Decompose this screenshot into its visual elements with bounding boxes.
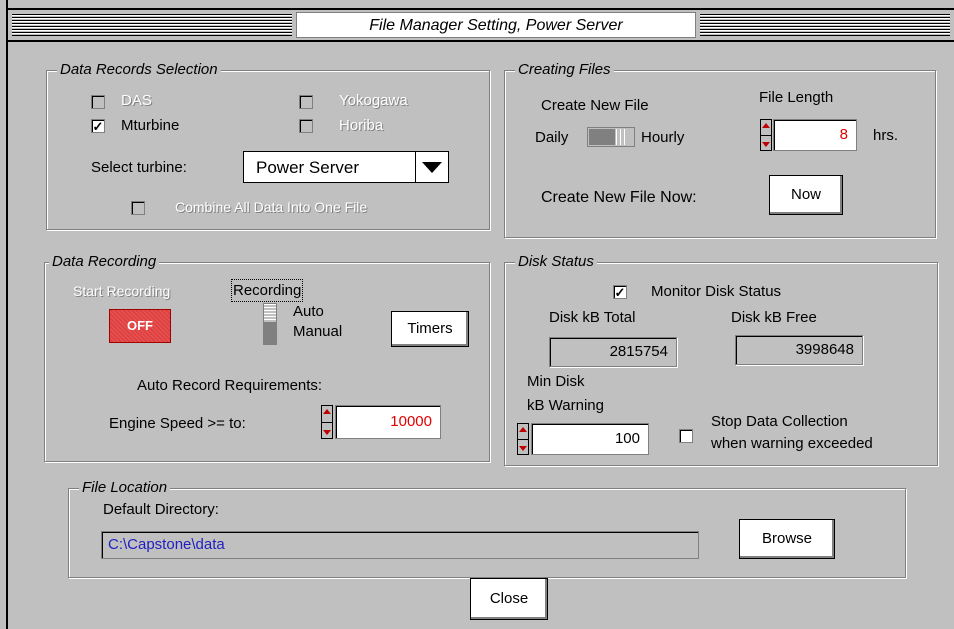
close-button[interactable]: Close <box>470 578 548 620</box>
create-new-file-label: Create New File <box>541 97 649 114</box>
timers-button[interactable]: Timers <box>391 311 469 347</box>
start-recording-label: Start Recording <box>73 283 171 299</box>
horiba-label: Horiba <box>339 117 384 134</box>
file-location-legend: File Location <box>79 479 171 497</box>
file-length-label: File Length <box>759 89 834 106</box>
auto-label: Auto <box>293 303 324 320</box>
engine-speed-label: Engine Speed >= to: <box>109 415 246 432</box>
manual-label: Manual <box>293 323 343 340</box>
create-new-file-now-label: Create New File Now: <box>541 189 697 206</box>
window-left-border <box>0 0 8 629</box>
hrs-label: hrs. <box>873 127 899 144</box>
min-disk-label: Min Disk <box>527 373 585 390</box>
data-records-legend: Data Records Selection <box>57 61 221 79</box>
creating-files-legend: Creating Files <box>515 61 614 79</box>
title-stripes-left <box>12 14 292 36</box>
title-stripes-right <box>700 14 950 36</box>
mturbine-checkbox[interactable]: ✓ <box>91 119 105 133</box>
turbine-select-value: Power Server <box>256 158 359 177</box>
disk-status-group: Disk Status ✓ Monitor Disk Status Disk k… <box>504 253 938 466</box>
daily-hourly-toggle[interactable] <box>587 127 635 147</box>
data-recording-group: Data Recording Start Recording OFF Recor… <box>44 253 490 462</box>
default-directory-label: Default Directory: <box>103 501 219 518</box>
combine-checkbox[interactable] <box>131 201 145 215</box>
engine-speed-input[interactable]: 10000 <box>335 405 441 439</box>
das-checkbox[interactable] <box>91 95 105 109</box>
mturbine-label: Mturbine <box>121 117 180 134</box>
min-disk-spinner[interactable] <box>517 423 529 455</box>
file-length-spinner[interactable] <box>760 119 772 151</box>
hourly-label: Hourly <box>641 129 685 146</box>
data-records-group: Data Records Selection DAS Yokogawa ✓ Mt… <box>46 61 490 230</box>
title-bar[interactable]: File Manager Setting, Power Server <box>8 8 954 42</box>
disk-free-label: Disk kB Free <box>731 309 817 326</box>
yokogawa-checkbox[interactable] <box>299 95 313 109</box>
warning-exceeded-label: when warning exceeded <box>711 435 873 452</box>
now-button[interactable]: Now <box>769 175 843 215</box>
file-location-group: File Location Default Directory: C:\Caps… <box>68 479 906 578</box>
monitor-disk-label: Monitor Disk Status <box>651 283 782 300</box>
select-turbine-label: Select turbine: <box>91 159 187 176</box>
turbine-select[interactable]: Power Server <box>243 151 449 183</box>
file-manager-window: File Manager Setting, Power Server Data … <box>0 0 954 629</box>
disk-free-field: 3998648 <box>735 335 863 365</box>
stop-collection-label: Stop Data Collection <box>711 413 848 430</box>
engine-speed-spinner[interactable] <box>321 405 333 439</box>
auto-manual-toggle[interactable] <box>263 303 277 345</box>
horiba-checkbox[interactable] <box>299 119 313 133</box>
window-title: File Manager Setting, Power Server <box>296 12 696 38</box>
browse-button[interactable]: Browse <box>739 519 835 559</box>
min-disk-input[interactable]: 100 <box>531 423 649 455</box>
das-label: DAS <box>121 92 152 109</box>
daily-label: Daily <box>535 129 569 146</box>
disk-total-field: 2815754 <box>549 337 677 367</box>
data-recording-legend: Data Recording <box>49 253 160 271</box>
monitor-disk-checkbox[interactable]: ✓ <box>613 285 627 299</box>
disk-status-legend: Disk Status <box>515 253 597 271</box>
directory-path-field[interactable]: C:\Capstone\data <box>101 531 699 559</box>
dropdown-arrow-icon[interactable] <box>415 152 448 182</box>
auto-record-requirements-label: Auto Record Requirements: <box>137 377 323 394</box>
file-length-input[interactable]: 8 <box>773 119 857 151</box>
recording-label: Recording <box>231 279 304 302</box>
kb-warning-label: kB Warning <box>527 397 604 414</box>
disk-total-label: Disk kB Total <box>549 309 636 326</box>
yokogawa-label: Yokogawa <box>339 92 408 109</box>
off-button[interactable]: OFF <box>109 309 171 343</box>
stop-collection-checkbox[interactable] <box>679 429 693 443</box>
combine-label: Combine All Data Into One File <box>175 199 368 215</box>
creating-files-group: Creating Files Create New File File Leng… <box>504 61 936 238</box>
